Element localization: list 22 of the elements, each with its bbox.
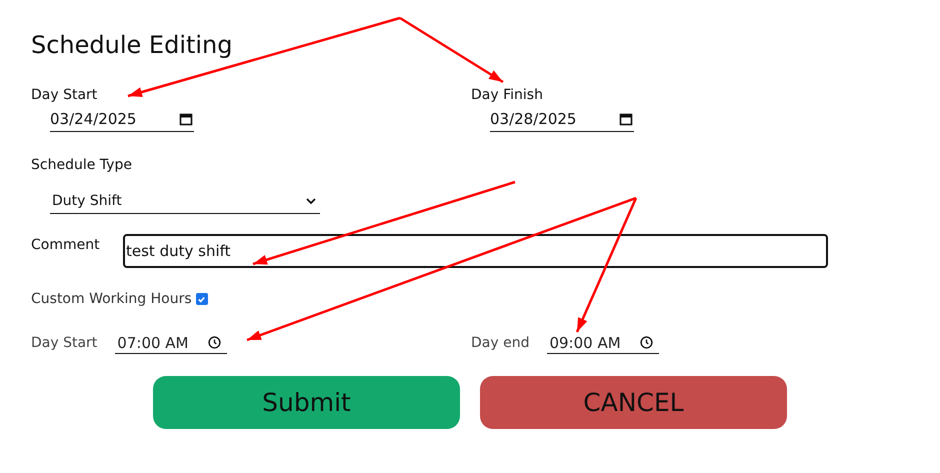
field-label: Comment bbox=[31, 236, 101, 254]
clock-icon bbox=[640, 336, 654, 349]
field-label: Schedule Type bbox=[31, 156, 133, 174]
submit-button[interactable]: Submit bbox=[153, 376, 460, 429]
date-field[interactable]: 03/24/2025 bbox=[50, 108, 194, 132]
form-title: Schedule Editing bbox=[31, 30, 233, 61]
field-label: Day end bbox=[471, 334, 530, 352]
calendar-icon bbox=[179, 112, 193, 126]
checkbox[interactable] bbox=[196, 293, 208, 305]
field-label: Day Start bbox=[31, 86, 98, 104]
comment-field[interactable]: test duty shift bbox=[123, 234, 828, 268]
checkbox-label: Custom Working Hours bbox=[31, 290, 192, 308]
schedule-type-dropdown[interactable]: Duty Shift bbox=[50, 188, 320, 214]
field-label: Day Start bbox=[31, 334, 98, 352]
time-field[interactable]: 07:00 AM bbox=[115, 332, 228, 354]
cancel-button[interactable]: CANCEL bbox=[480, 376, 787, 429]
calendar-icon bbox=[619, 112, 633, 126]
field-label: Day Finish bbox=[471, 86, 544, 104]
clock-icon bbox=[208, 336, 222, 349]
date-field[interactable]: 03/28/2025 bbox=[490, 108, 634, 132]
time-field[interactable]: 09:00 AM bbox=[547, 332, 660, 354]
chevron-down-icon bbox=[306, 198, 316, 204]
